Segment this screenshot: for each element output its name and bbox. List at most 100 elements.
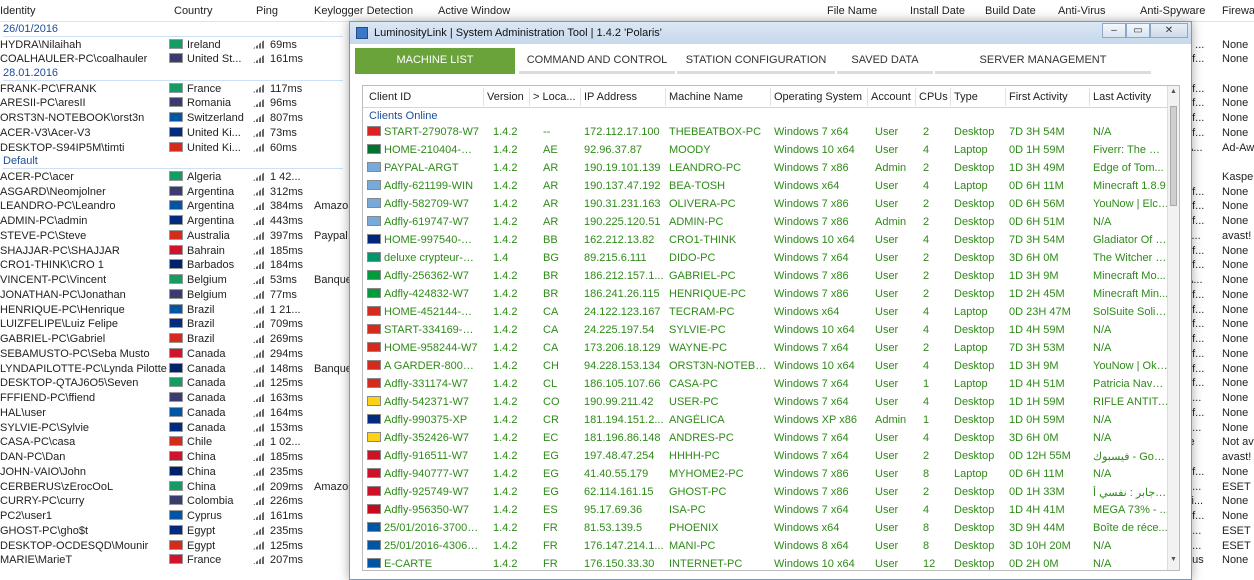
bg-ping: 69ms [253, 39, 311, 51]
minimize-icon[interactable]: – [1102, 23, 1126, 38]
client-id-text: Adfly-424832-W7 [384, 288, 469, 300]
country-flag-icon [367, 180, 381, 190]
cell-machine-name: MANI-PC [669, 540, 716, 552]
client-row[interactable]: HOME-452144-WIN 1.4.2 CA 24.122.123.167 TECR… [363, 303, 1169, 321]
scroll-up-icon[interactable]: ▲ [1168, 88, 1179, 100]
country-flag-icon [169, 53, 183, 64]
bg-identity: SHAJJAR-PC\SHAJJAR [0, 244, 120, 257]
bg-keylogger: Banque [314, 362, 352, 375]
client-id-text: deluxe crypteur-14... [384, 252, 479, 264]
client-row[interactable]: Adfly-352426-W7 1.4.2 EC 181.196.86.148 ANDR… [363, 429, 1169, 447]
client-row[interactable]: HOME-210404-W10 1.4.2 AE 92.96.37.87 MOODY Wi… [363, 141, 1169, 159]
col-header-3[interactable]: IP Address [584, 91, 637, 103]
bg-ping: 709ms [253, 318, 311, 330]
background-header: Identity Country Ping Keylogger Detection Ac… [0, 0, 1254, 22]
vertical-scrollbar[interactable]: ▲ ▼ [1167, 86, 1179, 570]
cell-last-activity: عمر جابر : نفسي أ... [1093, 487, 1169, 499]
client-row[interactable]: E-CARTE 1.4.2 FR 176.150.33.30 INTERNET-PC Wi… [363, 555, 1169, 570]
client-row[interactable]: Adfly-256362-W7 1.4.2 BR 186.212.157.1... GA… [363, 267, 1169, 285]
bg-country: United Ki... [169, 126, 251, 139]
title-bar[interactable]: LuminosityLink | System Administration T… [350, 22, 1191, 44]
bg-col-2[interactable]: Ping [256, 5, 278, 17]
client-row[interactable]: Adfly-940777-W7 1.4.2 EG 41.40.55.179 MYHOME… [363, 465, 1169, 483]
client-row[interactable]: PAYPAL-ARGT 1.4.2 AR 190.19.101.139 LEANDRO-… [363, 159, 1169, 177]
country-flag-icon [169, 274, 183, 284]
client-row[interactable]: Adfly-925749-W7 1.4.2 EG 62.114.161.15 GHOST… [363, 483, 1169, 501]
client-row[interactable]: A GARDER-800995...1.4.2CH94.228.153.134O… [363, 357, 1169, 375]
client-row[interactable]: 25/01/2016-43064... 1.4.2 FR 176.147.214.1.… [363, 537, 1169, 555]
signal-icon [253, 319, 265, 329]
client-row[interactable]: Adfly-990375-XP 1.4.2 CR 181.194.151.2... AN… [363, 411, 1169, 429]
close-icon[interactable]: ✕ [1150, 23, 1188, 38]
client-row[interactable]: Adfly-956350-W7 1.4.2 ES 95.17.69.36 ISA-PC W… [363, 501, 1169, 519]
client-row[interactable]: Adfly-619747-W7 1.4.2 AR 190.225.120.51 ADMI… [363, 213, 1169, 231]
tab-saved-data[interactable]: SAVED DATA [837, 48, 933, 74]
bg-col-1[interactable]: Country [174, 5, 213, 17]
client-row[interactable]: Adfly-331174-W7 1.4.2 CL 186.105.107.66 CASA… [363, 375, 1169, 393]
col-header-7[interactable]: CPUs [919, 91, 948, 103]
bg-col-5[interactable]: File Name [827, 5, 877, 17]
client-row[interactable]: Adfly-424832-W7 1.4.2 BR 186.241.26.115 HENR… [363, 285, 1169, 303]
app-icon [356, 27, 368, 39]
client-row[interactable]: START-279078-W7 1.4.2 -- 172.112.17.100 THEB… [363, 123, 1169, 141]
signal-icon [253, 334, 265, 343]
bg-col-7[interactable]: Build Date [985, 5, 1036, 17]
cell-first-activity: 0D 2H 0M [1009, 558, 1059, 570]
client-row[interactable]: Adfly-582709-W7 1.4.2 AR 190.31.231.163 OLIV… [363, 195, 1169, 213]
bg-col-0[interactable]: Identity [0, 5, 35, 17]
client-row[interactable]: HOME-997540-W10 1.4.2 BB 162.212.13.82 CRO1-… [363, 231, 1169, 249]
bg-country: Egypt [169, 539, 251, 552]
bg-col-6[interactable]: Install Date [910, 5, 965, 17]
bg-col-10[interactable]: Firewa [1222, 5, 1254, 17]
bg-group-label[interactable]: 28.01.2016 [3, 67, 343, 81]
client-rows: START-279078-W7 1.4.2 -- 172.112.17.100 THEB… [363, 123, 1169, 570]
bg-col-9[interactable]: Anti-Spyware [1140, 5, 1205, 17]
col-header-4[interactable]: Machine Name [669, 91, 743, 103]
col-divider [483, 88, 484, 106]
client-row[interactable]: Adfly-621199-WIN 1.4.2 AR 190.137.47.192 BEA… [363, 177, 1169, 195]
bg-country-name: United St... [187, 53, 242, 66]
col-header-8[interactable]: Type [954, 91, 978, 103]
col-header-10[interactable]: Last Activity [1093, 91, 1151, 103]
bg-antispyware: None [1222, 392, 1249, 404]
cell-type: Desktop [954, 432, 995, 444]
bg-country-name: United Ki... [187, 126, 241, 139]
client-row[interactable]: START-334169-W10 1.4.2 CA 24.225.197.54 SYLV… [363, 321, 1169, 339]
cell-type: Desktop [954, 216, 995, 228]
client-id: E-CARTE [367, 558, 479, 570]
tab-station-configuration[interactable]: STATION CONFIGURATION [677, 48, 835, 74]
client-row[interactable]: deluxe crypteur-14... 1.4 BG 89.215.6.111 DI… [363, 249, 1169, 267]
tab-server-management[interactable]: SERVER MANAGEMENT [935, 48, 1151, 74]
tab-machine-list[interactable]: MACHINE LIST [355, 48, 515, 74]
client-row[interactable]: HOME-958244-W7 1.4.2 CA 173.206.18.129 WAYNE… [363, 339, 1169, 357]
country-flag-icon [169, 362, 183, 373]
cell-operating-system: Windows 10 x64 [774, 360, 855, 372]
col-header-9[interactable]: First Activity [1009, 91, 1068, 103]
tab-command-and-control[interactable]: COMMAND AND CONTROL [519, 48, 675, 74]
col-header-2[interactable]: > Loca... [533, 91, 576, 103]
bg-group-label[interactable]: 26/01/2016 [3, 23, 343, 37]
bg-group-label[interactable]: Default [3, 155, 343, 170]
client-row[interactable]: Adfly-542371-W7 1.4.2 CO 190.99.211.42 USER-… [363, 393, 1169, 411]
maximize-icon[interactable]: ▭ [1126, 23, 1150, 38]
bg-identity: FRANK-PC\FRANK [0, 82, 97, 95]
col-header-6[interactable]: Account [871, 91, 911, 103]
col-header-5[interactable]: Operating System [774, 91, 862, 103]
col-header-1[interactable]: Version [487, 91, 524, 103]
bg-col-8[interactable]: Anti-Virus [1058, 5, 1105, 17]
bg-ping: 125ms [253, 377, 311, 389]
client-row[interactable]: Adfly-916511-W7 1.4.2 EG 197.48.47.254 HHHH-… [363, 447, 1169, 465]
country-flag-icon [367, 558, 381, 568]
bg-col-3[interactable]: Keylogger Detection [314, 5, 413, 17]
bg-ping: 807ms [253, 112, 311, 124]
luminosity-window: LuminosityLink | System Administration T… [349, 21, 1192, 580]
scroll-down-icon[interactable]: ▼ [1168, 556, 1179, 568]
country-flag-icon [169, 333, 183, 343]
client-row[interactable]: 25/01/2016-37007... 1.4.2 FR 81.53.139.5 PHO… [363, 519, 1169, 537]
group-clients-online[interactable]: Clients Online [369, 110, 437, 122]
bg-col-4[interactable]: Active Window [438, 5, 510, 17]
cell-operating-system: Windows 7 x64 [774, 126, 849, 138]
col-header-0[interactable]: Client ID [369, 91, 411, 103]
bg-ping-value: 125ms [270, 539, 304, 552]
scroll-thumb[interactable] [1170, 106, 1177, 206]
